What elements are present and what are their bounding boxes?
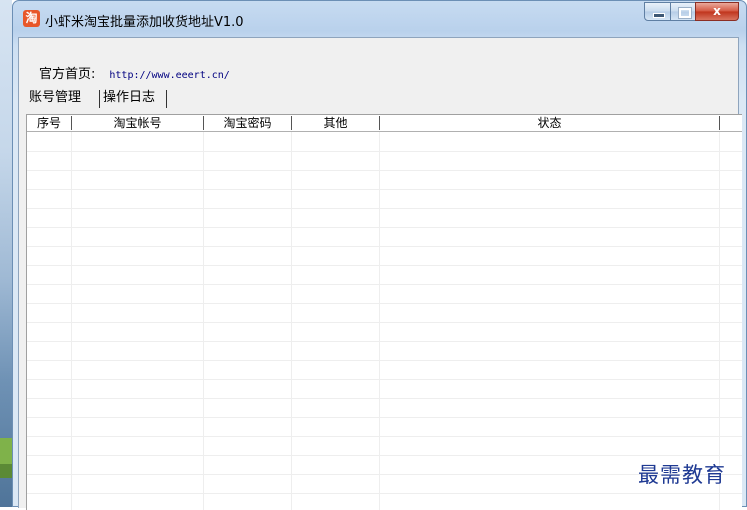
column-header-status[interactable]: 状态 [380,115,719,131]
grid-column-line [71,132,72,510]
homepage-row: 官方首页: http://www.eeert.cn/ [39,63,230,82]
grid-row-line [27,379,742,380]
grid-row-line [27,493,742,494]
grid-row-line [27,303,742,304]
app-icon: 淘 [23,10,40,27]
homepage-link[interactable]: http://www.eeert.cn/ [109,70,229,81]
homepage-label: 官方首页: [39,67,96,82]
tab-account-management[interactable]: 账号管理 [29,88,81,108]
grid-column-line [291,132,292,510]
close-button[interactable]: x [695,2,739,21]
tab-operation-log[interactable]: 操作日志 [103,88,155,108]
title-bar[interactable]: 淘 小虾米淘宝批量添加收货地址V1.0 x [13,1,746,37]
grid-column-line [719,132,720,510]
minimize-button[interactable] [644,2,671,21]
list-header: 序号 淘宝帐号 淘宝密码 其他 状态 [27,115,742,132]
maximize-button[interactable] [670,2,696,21]
column-header-password[interactable]: 淘宝密码 [204,115,291,131]
grid-row-line [27,455,742,456]
grid-row-line [27,284,742,285]
tab-separator [99,90,100,108]
column-header-other[interactable]: 其他 [292,115,379,131]
grid-row-line [27,208,742,209]
account-list[interactable]: 序号 淘宝帐号 淘宝密码 其他 状态 [26,114,742,510]
column-divider[interactable] [719,116,720,130]
grid-row-line [27,341,742,342]
desktop-accent-1 [0,438,12,464]
minimize-icon [653,13,665,18]
desktop-background-strip [0,0,12,507]
column-header-account[interactable]: 淘宝帐号 [72,115,203,131]
grid-row-line [27,474,742,475]
grid-row-line [27,436,742,437]
grid-column-line [379,132,380,510]
grid-row-line [27,170,742,171]
app-window: 淘 小虾米淘宝批量添加收货地址V1.0 x 官方首页: http://www.ee… [12,0,747,510]
desktop-accent-2 [0,464,12,478]
grid-row-line [27,246,742,247]
client-area: 官方首页: http://www.eeert.cn/ 账号管理 操作日志 序号 淘… [18,37,742,510]
tab-separator [166,90,167,108]
grid-row-line [27,151,742,152]
grid-row-line [27,322,742,323]
maximize-icon [678,7,692,19]
grid-row-line [27,227,742,228]
grid-row-line [27,360,742,361]
column-header-index[interactable]: 序号 [27,115,71,131]
window-title: 小虾米淘宝批量添加收货地址V1.0 [45,15,244,30]
grid-row-line [27,189,742,190]
window-controls: x [644,2,740,22]
grid-row-line [27,398,742,399]
grid-row-line [27,265,742,266]
watermark-text: 最需教育 [638,463,726,487]
grid-row-line [27,417,742,418]
grid-column-line [203,132,204,510]
close-icon: x [713,4,721,18]
